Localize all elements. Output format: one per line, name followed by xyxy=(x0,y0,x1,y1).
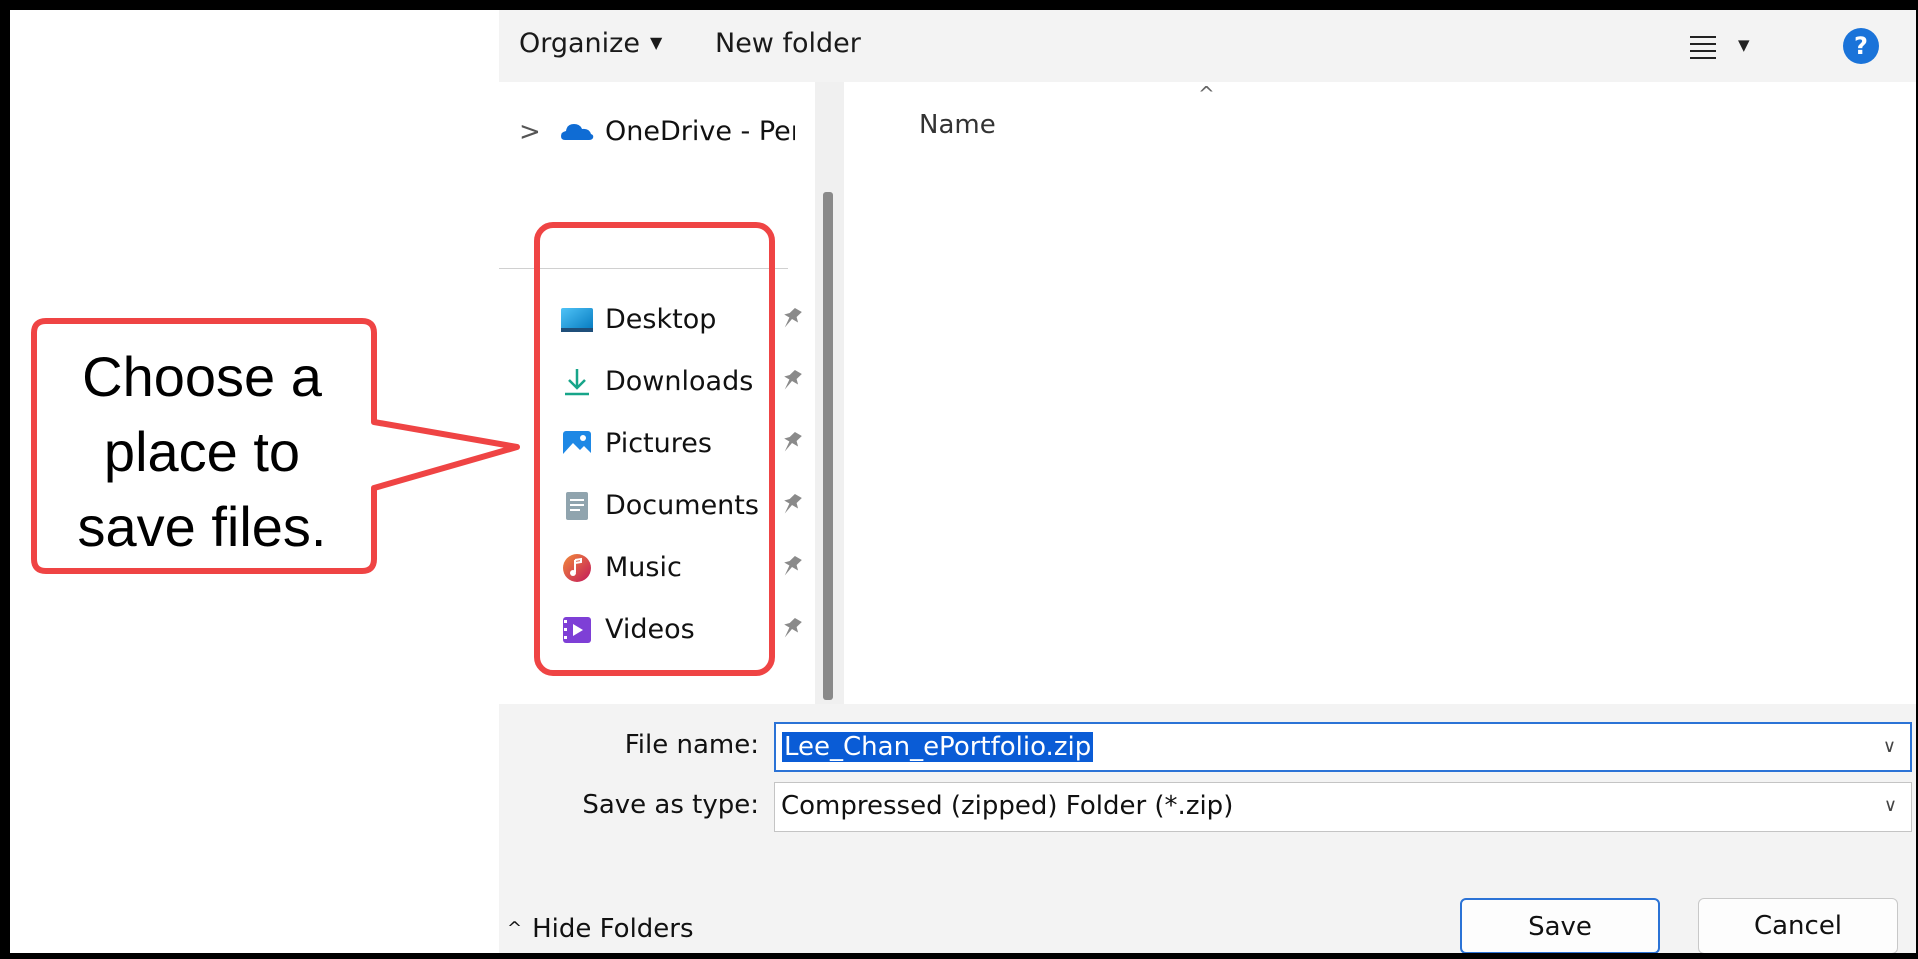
callout-line: place to xyxy=(103,420,301,483)
screenshot-canvas: Organize ▼ New folder ▼ ? > OneDrive - Pe… xyxy=(10,10,1916,953)
callout-line: Choose a xyxy=(82,345,322,408)
callout-text: Choose a place to save files. xyxy=(32,339,372,564)
callout-line: save files. xyxy=(77,495,327,558)
highlight-box xyxy=(534,222,775,676)
